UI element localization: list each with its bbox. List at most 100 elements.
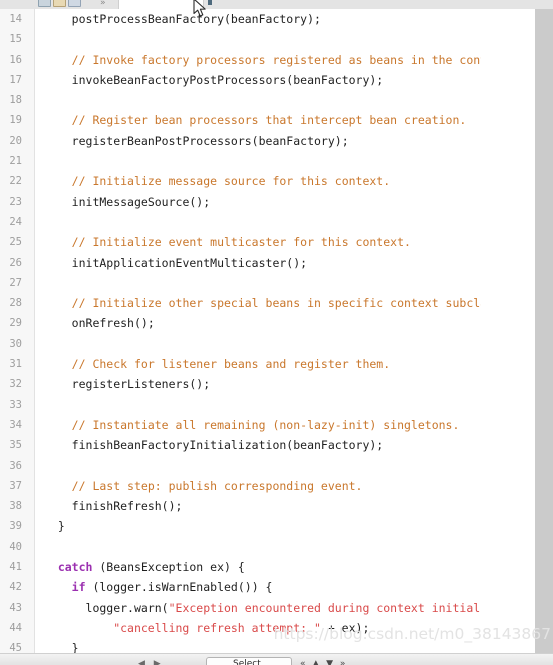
token-comment: // Last step: publish corresponding even… (71, 478, 363, 493)
code-text: invokeBeanFactoryPostProcessors(beanFact… (72, 70, 384, 90)
line-number: 43 (9, 601, 22, 614)
code-text: logger.warn("Exception encountered durin… (86, 598, 481, 618)
debug-icon[interactable] (53, 0, 66, 7)
code-line[interactable]: 24 (0, 212, 481, 232)
toolbar-overflow-icon[interactable]: » (100, 0, 107, 8)
code-text: // Initialize message source for this co… (72, 171, 391, 191)
code-line[interactable]: 43 logger.warn("Exception encountered dur… (0, 598, 481, 618)
token-comment: // Instantiate all remaining (non-lazy-i… (71, 417, 460, 432)
code-text: // Register bean processors that interce… (72, 110, 467, 130)
line-number: 17 (9, 73, 22, 86)
line-number: 19 (9, 114, 22, 127)
code-line[interactable]: 41 catch (BeansException ex) { (0, 557, 481, 577)
line-number: 37 (9, 479, 22, 492)
line-number: 18 (9, 94, 22, 107)
code-line[interactable]: 28 // Initialize other special beans in s… (0, 293, 481, 313)
code-line[interactable]: 22 // Initialize message source for this … (0, 171, 481, 191)
code-line[interactable]: 14 postProcessBeanFactory(beanFactory); (0, 9, 481, 29)
code-line[interactable]: 35 finishBeanFactoryInitialization(beanFa… (0, 435, 481, 455)
editor-right-padding (481, 9, 535, 654)
token-keyword: catch (57, 560, 93, 575)
code-text: initApplicationEventMulticaster(); (72, 253, 307, 273)
code-line[interactable]: 15 (0, 29, 481, 49)
code-line[interactable]: 45} (0, 638, 481, 654)
token-plain: finishBeanFactoryInitialization(beanFact… (71, 438, 384, 453)
line-number: 42 (9, 581, 22, 594)
bottom-right-controls[interactable]: « ▲ ▼ » (300, 659, 347, 665)
token-plain: logger.warn( (85, 600, 169, 615)
line-number: 45 (9, 642, 22, 654)
line-number: 16 (9, 53, 22, 66)
code-editor[interactable]: 14 postProcessBeanFactory(beanFactory); 15… (0, 9, 481, 654)
code-line[interactable]: 17 invokeBeanFactoryPostProcessors(beanFa… (0, 70, 481, 90)
nav-arrows-icon[interactable]: ◀ ▶ (138, 659, 164, 665)
code-line[interactable]: 19 // Register bean processors that inter… (0, 110, 481, 130)
code-line[interactable]: 21 (0, 151, 481, 171)
line-number: 39 (9, 520, 22, 533)
token-plain: initMessageSource(); (71, 194, 211, 209)
code-line[interactable]: 37 // Last step: publish corresponding ev… (0, 476, 481, 496)
line-number: 20 (9, 134, 22, 147)
token-plain: onRefresh(); (71, 316, 155, 331)
code-line[interactable]: 38 finishRefresh(); (0, 496, 481, 516)
line-number: 35 (9, 439, 22, 452)
code-text: // Check for listener beans and register… (72, 354, 391, 374)
line-number: 31 (9, 358, 22, 371)
code-line[interactable]: 20 registerBeanPostProcessors(beanFactory… (0, 131, 481, 151)
code-line[interactable]: 27 (0, 273, 481, 293)
build-icon[interactable] (68, 0, 81, 7)
line-number: 14 (9, 13, 22, 25)
token-plain: (logger.isWarnEnabled()) { (85, 580, 273, 595)
code-text: // Initialize other special beans in spe… (72, 293, 481, 313)
code-text: onRefresh(); (72, 313, 155, 333)
code-line[interactable]: 32 registerListeners(); (0, 374, 481, 394)
vertical-scrollbar-thumb[interactable] (537, 18, 551, 318)
code-line[interactable]: 39} (0, 516, 481, 536)
code-text: // Initialize event multicaster for this… (72, 232, 411, 252)
code-line[interactable]: 23 initMessageSource(); (0, 192, 481, 212)
line-number: 44 (9, 621, 22, 634)
token-comment: // Initialize event multicaster for this… (71, 235, 411, 250)
line-number: 36 (9, 459, 22, 472)
line-number: 28 (9, 297, 22, 310)
run-icon[interactable] (38, 0, 51, 7)
token-comment: // Check for listener beans and register… (71, 357, 391, 372)
code-line[interactable]: 26 initApplicationEventMulticaster(); (0, 253, 481, 273)
code-line[interactable]: 31 // Check for listener beans and regist… (0, 354, 481, 374)
line-number: 22 (9, 175, 22, 188)
code-line[interactable]: 16 // Invoke factory processors registere… (0, 50, 481, 70)
token-plain: registerListeners(); (71, 377, 211, 392)
editor-tab-active[interactable] (118, 0, 204, 9)
code-line[interactable]: 18 (0, 90, 481, 110)
code-line[interactable]: 44 "cancelling refresh attempt: " + ex); (0, 618, 481, 638)
tab-marker-icon (208, 0, 212, 5)
code-surface[interactable]: 14 postProcessBeanFactory(beanFactory); 15… (0, 9, 481, 654)
code-text: if (logger.isWarnEnabled()) { (72, 577, 273, 597)
line-number: 24 (9, 215, 22, 228)
token-plain: registerBeanPostProcessors(beanFactory); (71, 133, 349, 148)
code-line[interactable]: 36 (0, 456, 481, 476)
code-text: // Last step: publish corresponding even… (72, 476, 363, 496)
toolbar-strip: » (0, 0, 553, 9)
token-keyword: if (71, 580, 86, 595)
code-line[interactable]: 29 onRefresh(); (0, 313, 481, 333)
code-line[interactable]: 42 if (logger.isWarnEnabled()) { (0, 577, 481, 597)
code-text: "cancelling refresh attempt: " + ex); (113, 618, 369, 638)
token-plain: finishRefresh(); (71, 499, 183, 514)
code-text: initMessageSource(); (72, 192, 210, 212)
code-line[interactable]: 33 (0, 395, 481, 415)
token-comment: // Register bean processors that interce… (71, 113, 467, 128)
editor-window: » 14 postProcessBeanFactory(beanFactory);… (0, 0, 553, 665)
code-line[interactable]: 25 // Initialize event multicaster for th… (0, 232, 481, 252)
line-number: 34 (9, 418, 22, 431)
code-line[interactable]: 30 (0, 334, 481, 354)
line-number: 15 (9, 33, 22, 46)
code-text: // Instantiate all remaining (non-lazy-i… (72, 415, 460, 435)
code-text: finishBeanFactoryInitialization(beanFact… (72, 435, 384, 455)
token-string: "cancelling refresh attempt: " (113, 620, 321, 635)
code-line[interactable]: 34 // Instantiate all remaining (non-lazy… (0, 415, 481, 435)
code-line[interactable]: 40 (0, 537, 481, 557)
line-number: 41 (9, 561, 22, 574)
line-number: 33 (9, 398, 22, 411)
token-plain: (BeansException ex) { (92, 560, 245, 575)
